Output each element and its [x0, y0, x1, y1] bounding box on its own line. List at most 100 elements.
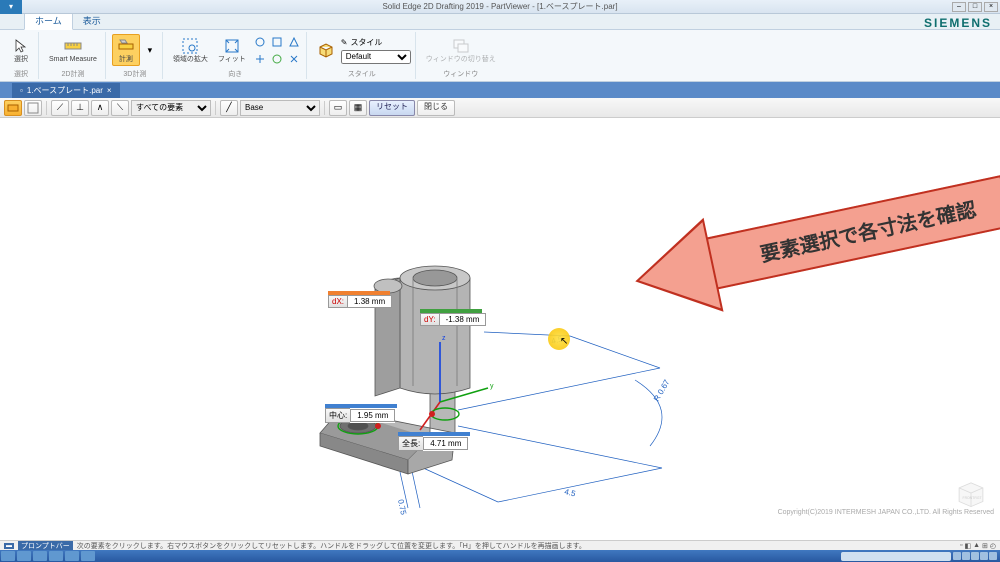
svg-text:0.75: 0.75	[396, 499, 408, 517]
taskbar-item[interactable]	[81, 551, 95, 561]
os-taskbar	[0, 550, 1000, 562]
group-2d-measure: Smart Measure 2D計測	[41, 32, 106, 79]
status-icon-3[interactable]: ▲	[973, 542, 980, 550]
close-window-button[interactable]: ×	[984, 2, 998, 12]
prompt-label: プロンプトバー	[18, 541, 73, 551]
viewport[interactable]: 4.5 4.5 R 0.67 0.75	[0, 118, 1000, 540]
group-3d-measure: 計測 ▾ 3D計測	[108, 32, 163, 79]
taskbar-search[interactable]	[841, 552, 951, 561]
tb-opt-1[interactable]: ▭	[329, 100, 347, 116]
document-tabs: ▫ 1.ベースプレート.par ×	[0, 82, 1000, 98]
tb-snap-4[interactable]: ⟍	[111, 100, 129, 116]
minimize-button[interactable]: –	[952, 2, 966, 12]
doc-icon: ▫	[20, 86, 23, 95]
orient-btn-4[interactable]	[252, 51, 268, 67]
tb-snap-2[interactable]: ⊥	[71, 100, 89, 116]
window-switch-button[interactable]: ウィンドウの切り替え	[422, 35, 500, 65]
tb-snap-1[interactable]: ⟋	[51, 100, 69, 116]
style-gallery-button[interactable]	[313, 39, 339, 61]
group-window: ウィンドウの切り替え ウィンドウ	[418, 32, 504, 79]
tab-view[interactable]: 表示	[73, 12, 111, 29]
taskbar-item[interactable]	[33, 551, 47, 561]
cube-icon	[317, 41, 335, 59]
measure-toolbar: ⟋ ⊥ ∧ ⟍ すべての要素 ╱ Base ▭ ▦ リセット 閉じる	[0, 98, 1000, 118]
status-icon-2[interactable]: ◧	[964, 542, 971, 550]
svg-text:y: y	[490, 383, 494, 390]
orient-btn-2[interactable]	[269, 34, 285, 50]
taskbar-tray	[953, 552, 1000, 560]
tray-icon[interactable]	[989, 552, 997, 560]
select-button[interactable]: 選択	[8, 35, 34, 65]
ruler-icon	[64, 37, 82, 55]
tray-icon[interactable]	[962, 552, 970, 560]
taskbar-item[interactable]	[65, 551, 79, 561]
window-icon	[452, 37, 470, 55]
status-icon-4[interactable]: ⊞	[982, 542, 988, 550]
tb-opt-2[interactable]: ▦	[349, 100, 367, 116]
region-zoom-button[interactable]: 領域の拡大	[169, 35, 212, 65]
svg-text:RGT: RGT	[974, 496, 981, 500]
cursor-icon	[12, 37, 30, 55]
svg-text:FRONT: FRONT	[963, 496, 975, 500]
orient-btn-5[interactable]	[269, 51, 285, 67]
dy-measure: dY: -1.38 mm	[420, 313, 486, 326]
status-icon: ▬	[4, 543, 14, 549]
orient-btn-6[interactable]	[286, 51, 302, 67]
cursor-icon: ↖	[560, 336, 568, 347]
base-select[interactable]: Base	[240, 100, 320, 116]
title-bar: ▾ Solid Edge 2D Drafting 2019 - PartView…	[0, 0, 1000, 14]
elements-select[interactable]: すべての要素	[131, 100, 211, 116]
status-tray: ▫ ◧ ▲ ⊞ ◴	[960, 542, 996, 550]
close-tab-icon[interactable]: ×	[107, 86, 112, 95]
taskbar-item[interactable]	[49, 551, 63, 561]
measure-icon	[117, 37, 135, 55]
reset-button[interactable]: リセット	[369, 100, 415, 116]
group-orient: 領域の拡大 フィット 向き	[165, 32, 307, 79]
annotation-callout: 要素選択で各寸法を確認	[704, 175, 1000, 290]
total-measure: 全長: 4.71 mm	[398, 436, 468, 451]
status-icon-5[interactable]: ◴	[990, 542, 996, 550]
orient-btn-3[interactable]	[286, 34, 302, 50]
style-combo: ✎スタイル Default	[341, 37, 411, 64]
tray-icon[interactable]	[953, 552, 961, 560]
svg-text:R 0.67: R 0.67	[652, 378, 672, 403]
copyright-text: Copyright(C)2019 INTERMESH JAPAN CO.,LTD…	[778, 509, 994, 516]
svg-text:z: z	[442, 335, 446, 342]
measure-button[interactable]: 計測	[112, 34, 140, 66]
group-style: ✎スタイル Default スタイル	[309, 32, 416, 79]
app-menu-button[interactable]: ▾	[0, 0, 22, 14]
maximize-button[interactable]: □	[968, 2, 982, 12]
orient-btn-1[interactable]	[252, 34, 268, 50]
svg-text:4.5: 4.5	[564, 487, 577, 498]
group-select: 選択 選択	[4, 32, 39, 79]
tb-mode-1[interactable]	[4, 100, 22, 116]
style-label-icon: ✎	[341, 38, 348, 47]
fit-icon	[223, 37, 241, 55]
tb-snap-3[interactable]: ∧	[91, 100, 109, 116]
tb-mode-2[interactable]	[24, 100, 42, 116]
orient-small-buttons	[252, 34, 302, 67]
style-select[interactable]: Default	[341, 50, 411, 64]
smart-measure-button[interactable]: Smart Measure	[45, 35, 101, 65]
document-tab[interactable]: ▫ 1.ベースプレート.par ×	[12, 83, 120, 98]
window-controls: – □ ×	[952, 2, 1000, 12]
close-button[interactable]: 閉じる	[417, 100, 455, 116]
status-bar: ▬ プロンプトバー 次の要素をクリックします。右マウスボタンをクリックしてリセッ…	[0, 540, 1000, 550]
taskbar-item[interactable]	[17, 551, 31, 561]
fit-button[interactable]: フィット	[214, 35, 250, 65]
status-icon-1[interactable]: ▫	[960, 542, 962, 550]
center-measure: 中心: 1.95 mm	[325, 408, 395, 423]
prompt-text: 次の要素をクリックします。右マウスボタンをクリックしてリセットします。ハンドルを…	[77, 541, 586, 551]
tray-icon[interactable]	[980, 552, 988, 560]
dx-measure: dX: 1.38 mm	[328, 295, 392, 308]
ribbon: 選択 選択 Smart Measure 2D計測 計測 ▾ 3D計測	[0, 30, 1000, 82]
view-compass[interactable]: FRONT RGT	[954, 476, 988, 510]
brand-logo: SIEMENS	[924, 16, 992, 30]
tb-line[interactable]: ╱	[220, 100, 238, 116]
measure-dropdown-icon[interactable]: ▾	[142, 42, 158, 58]
taskbar-item[interactable]	[1, 551, 15, 561]
ribbon-tabs: ホーム 表示	[0, 14, 1000, 30]
window-title: Solid Edge 2D Drafting 2019 - PartViewer…	[382, 1, 617, 12]
tray-icon[interactable]	[971, 552, 979, 560]
zoom-region-icon	[181, 37, 199, 55]
